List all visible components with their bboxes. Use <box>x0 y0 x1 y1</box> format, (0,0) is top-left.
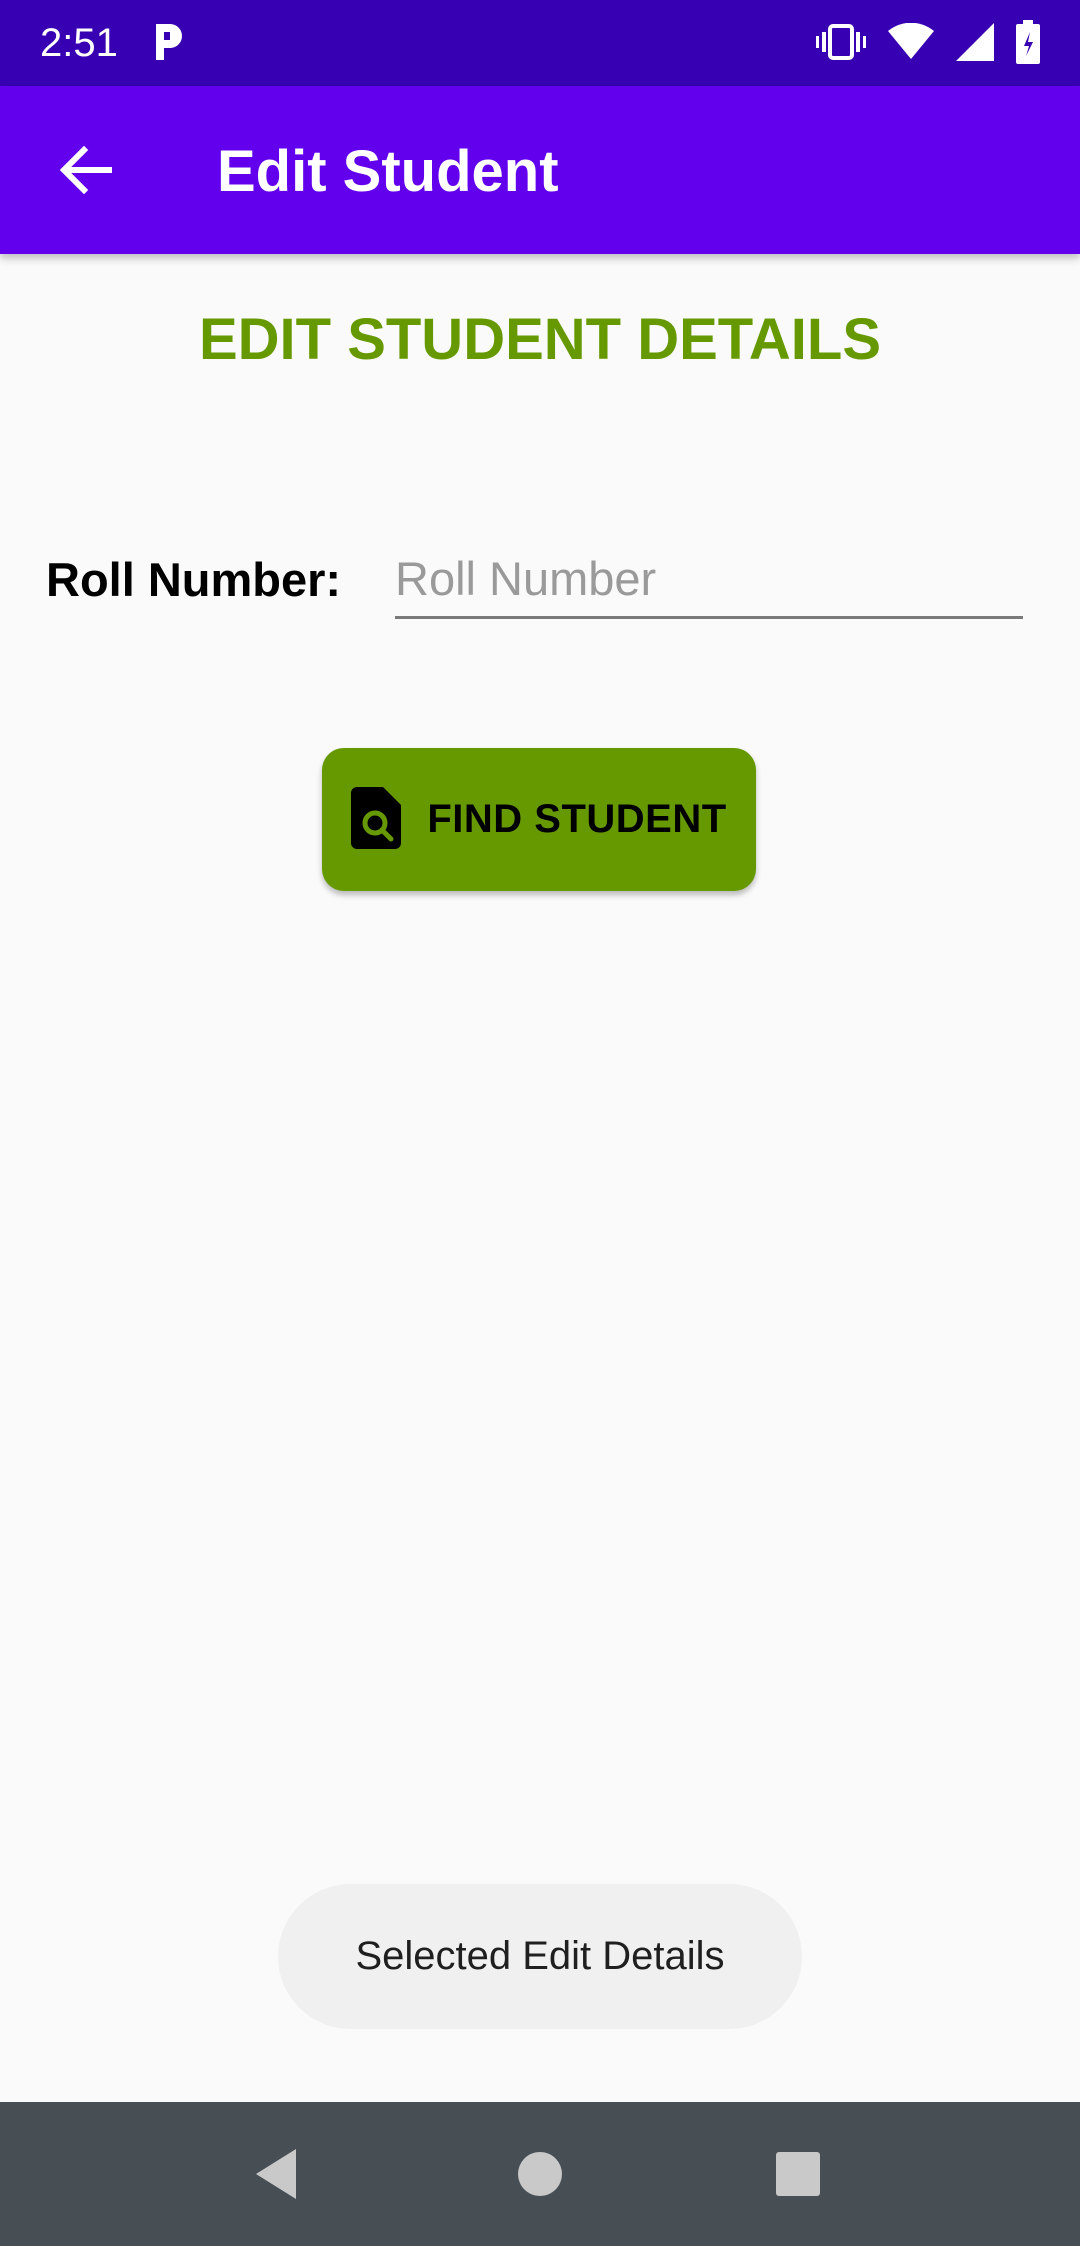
app-bar: Edit Student <box>0 86 1080 254</box>
back-triangle-icon[interactable] <box>236 2134 316 2214</box>
page-title: Edit Student <box>217 139 559 204</box>
roll-number-input[interactable] <box>395 540 1023 619</box>
cellular-signal-icon <box>956 22 994 66</box>
status-bar: 2:51 <box>0 0 1080 86</box>
home-circle-icon[interactable] <box>500 2134 580 2214</box>
status-time: 2:51 <box>40 21 118 65</box>
find-student-label: FIND STUDENT <box>427 797 727 841</box>
toast-text: Selected Edit Details <box>355 1934 725 1978</box>
find-student-button[interactable]: FIND STUDENT <box>322 748 756 891</box>
edit-student-heading: EDIT STUDENT DETAILS <box>198 307 882 372</box>
find-in-page-icon <box>351 787 403 852</box>
roll-number-label: Roll Number: <box>46 553 342 606</box>
battery-icon <box>1016 19 1040 69</box>
parking-icon <box>150 20 186 64</box>
vibrate-icon <box>816 22 866 67</box>
recents-square-icon[interactable] <box>758 2134 838 2214</box>
navigation-bar <box>0 2102 1080 2246</box>
back-arrow-icon[interactable] <box>48 132 124 208</box>
wifi-icon <box>888 22 934 66</box>
toast-message: Selected Edit Details <box>278 1884 802 2029</box>
